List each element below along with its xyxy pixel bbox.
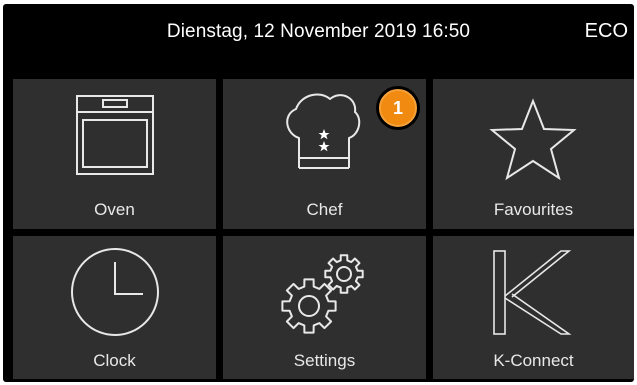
tile-favourites-label: Favourites <box>493 200 574 219</box>
device-screen: Dienstag, 12 November 2019 16:50 ECO Ove… <box>0 0 637 385</box>
tile-clock[interactable]: Clock <box>13 236 216 379</box>
tile-oven-label: Oven <box>94 200 135 219</box>
tile-settings[interactable]: Settings <box>223 236 426 379</box>
chef-notification-badge[interactable]: 1 <box>376 86 420 130</box>
home-menu-display: Dienstag, 12 November 2019 16:50 ECO Ove… <box>3 4 634 382</box>
badge-circle: 1 <box>379 89 417 127</box>
tile-favourites[interactable]: Favourites <box>433 79 634 229</box>
tile-k-connect-label: K-Connect <box>493 351 574 370</box>
tile-chef-label: Chef <box>306 200 343 219</box>
status-bar: Dienstag, 12 November 2019 16:50 ECO <box>3 4 634 64</box>
tile-settings-label: Settings <box>293 351 356 370</box>
tile-k-connect[interactable]: K-Connect <box>433 236 634 379</box>
eco-mode-indicator[interactable]: ECO <box>585 20 628 43</box>
tile-clock-label: Clock <box>93 351 136 370</box>
tile-oven[interactable]: Oven <box>13 79 216 229</box>
badge-count: 1 <box>392 98 403 118</box>
date-time-text: Dienstag, 12 November 2019 16:50 <box>166 21 471 42</box>
